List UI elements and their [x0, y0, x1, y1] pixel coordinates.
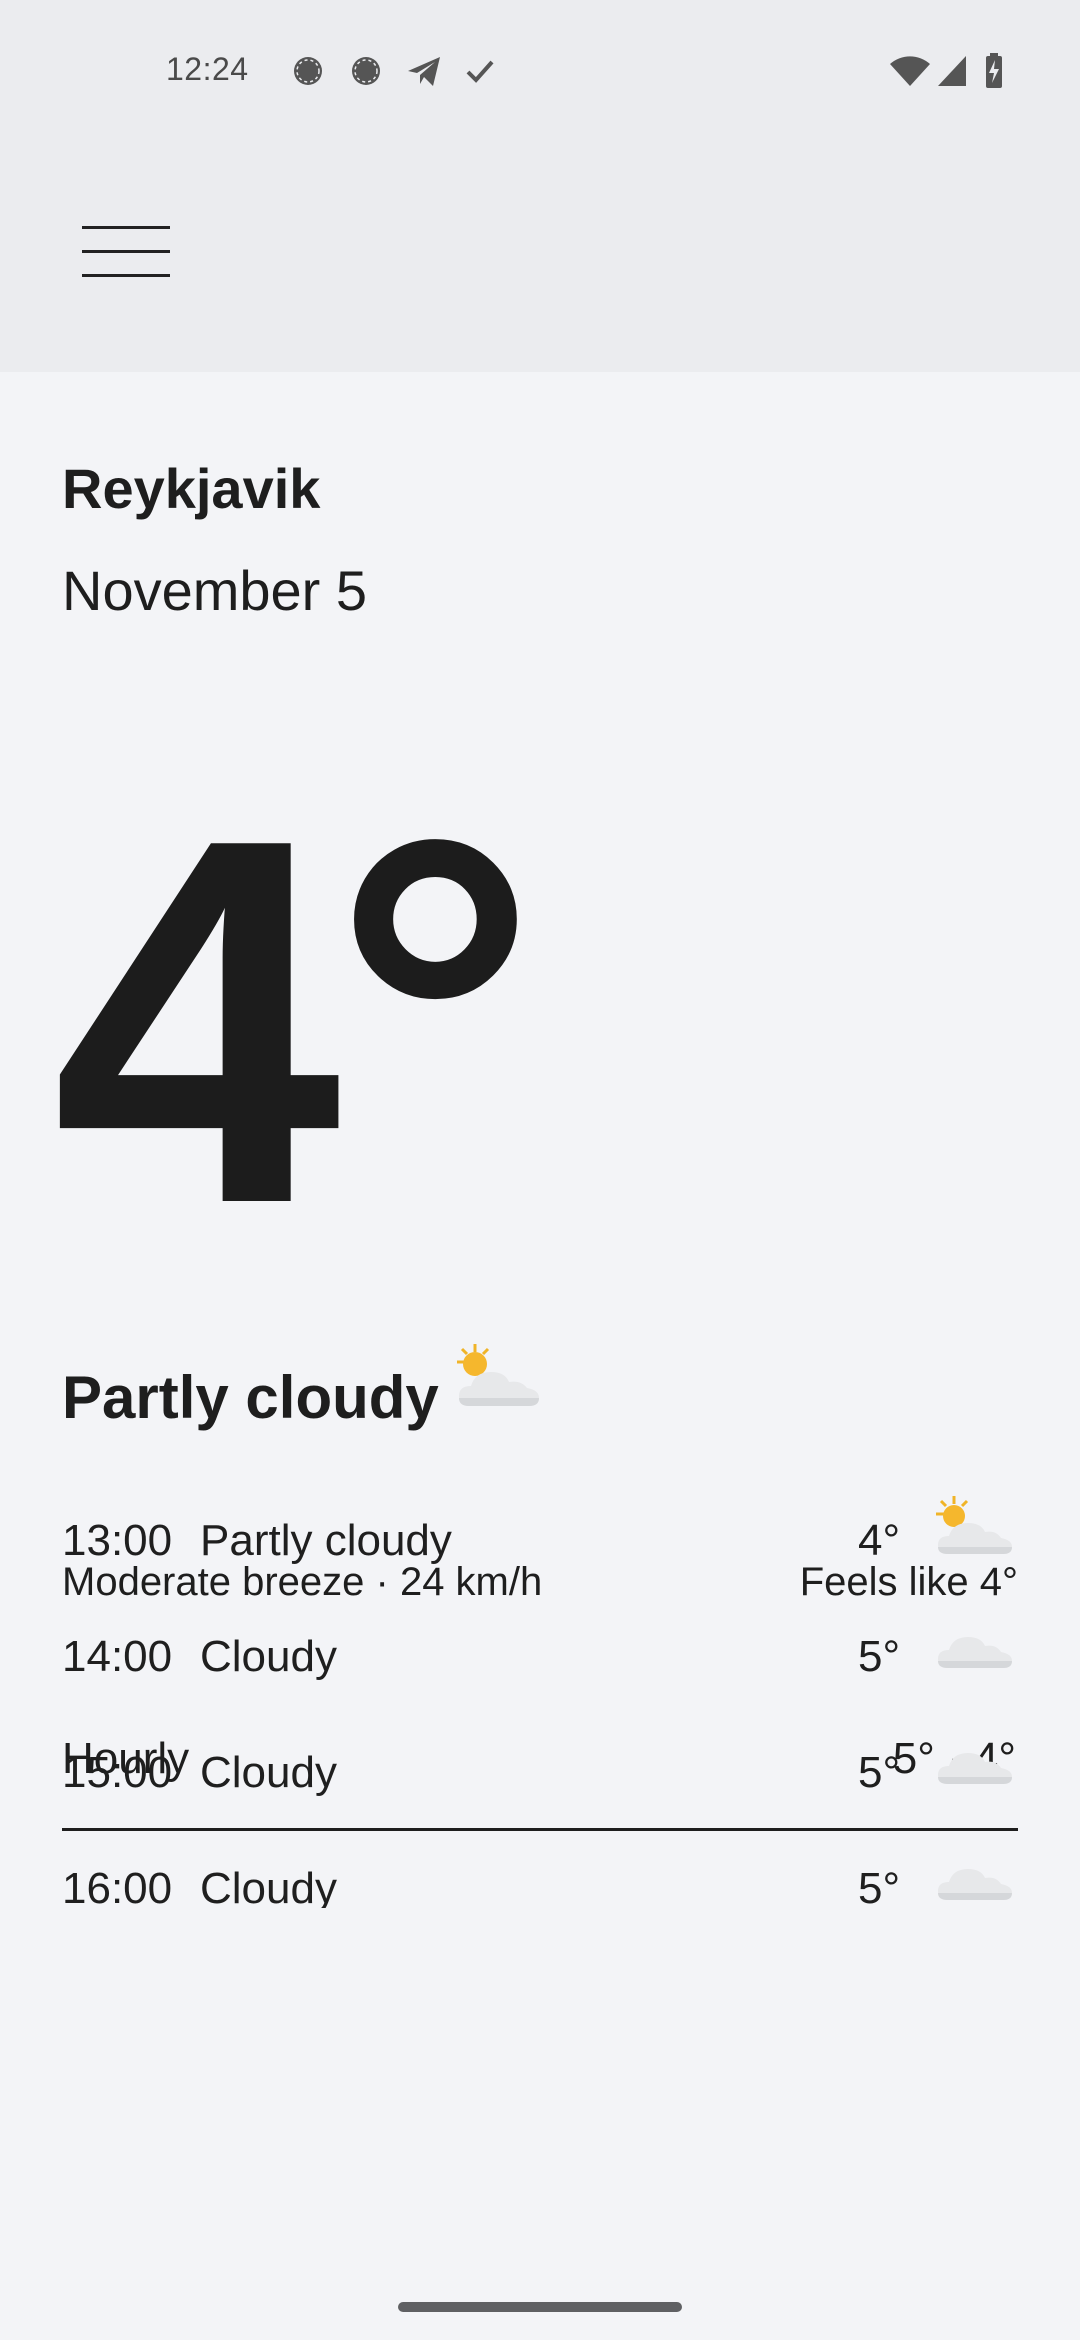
top-app-bar: 12:24	[0, 0, 1080, 372]
hourly-row: 16:00 Cloudy 5°	[0, 1828, 1080, 1908]
hour-time: 14:00	[62, 1632, 173, 1681]
hourly-row: 15:00 Cloudy 5°	[0, 1712, 1080, 1828]
check-icon	[458, 40, 502, 102]
hourly-row: 13:00 Partly cloudy 4°	[0, 1480, 1080, 1596]
hour-temp: 5°	[858, 1748, 901, 1797]
city-name: Reykjavik	[62, 457, 321, 520]
hour-condition: Partly cloudy	[200, 1516, 452, 1565]
cloud-icon	[930, 1726, 1016, 1803]
hourly-row: 14:00 Cloudy 5°	[0, 1596, 1080, 1712]
cloud-icon	[930, 1842, 1016, 1908]
cloud-icon	[930, 1610, 1016, 1687]
status-time: 12:24	[166, 51, 249, 87]
condition-label: Partly cloudy	[62, 1363, 439, 1431]
partly-cloudy-icon	[449, 1340, 545, 1434]
chat-bubble-icon	[344, 40, 388, 102]
current-date: November 5	[62, 559, 368, 622]
partly-cloudy-icon	[930, 1494, 1016, 1571]
hour-temp: 5°	[858, 1632, 901, 1681]
hour-time: 16:00	[62, 1864, 173, 1908]
hour-time: 13:00	[62, 1516, 173, 1565]
battery-charging-icon	[980, 40, 1008, 102]
hour-temp: 5°	[858, 1864, 901, 1908]
hour-condition: Cloudy	[200, 1864, 337, 1908]
hour-condition: Cloudy	[200, 1632, 337, 1681]
hourly-list[interactable]: 13:00 Partly cloudy 4° 14:00 Cloudy 5° 1…	[0, 1480, 1080, 1908]
chat-bubble-icon	[286, 40, 330, 102]
telegram-icon	[402, 40, 446, 102]
weather-content: Reykjavik November 5 4° Partly cloudy Mo…	[0, 372, 1080, 2280]
current-condition: Partly cloudy	[62, 1344, 545, 1434]
hour-temp: 4°	[858, 1516, 901, 1565]
status-bar: 12:24	[0, 40, 1080, 102]
wifi-icon	[888, 40, 932, 102]
current-temperature: 4°	[52, 731, 539, 1312]
home-indicator[interactable]	[398, 2302, 682, 2312]
hour-condition: Cloudy	[200, 1748, 337, 1797]
hour-time: 15:00	[62, 1748, 173, 1797]
cell-signal-icon	[932, 40, 972, 102]
hamburger-menu-icon[interactable]	[68, 210, 184, 294]
